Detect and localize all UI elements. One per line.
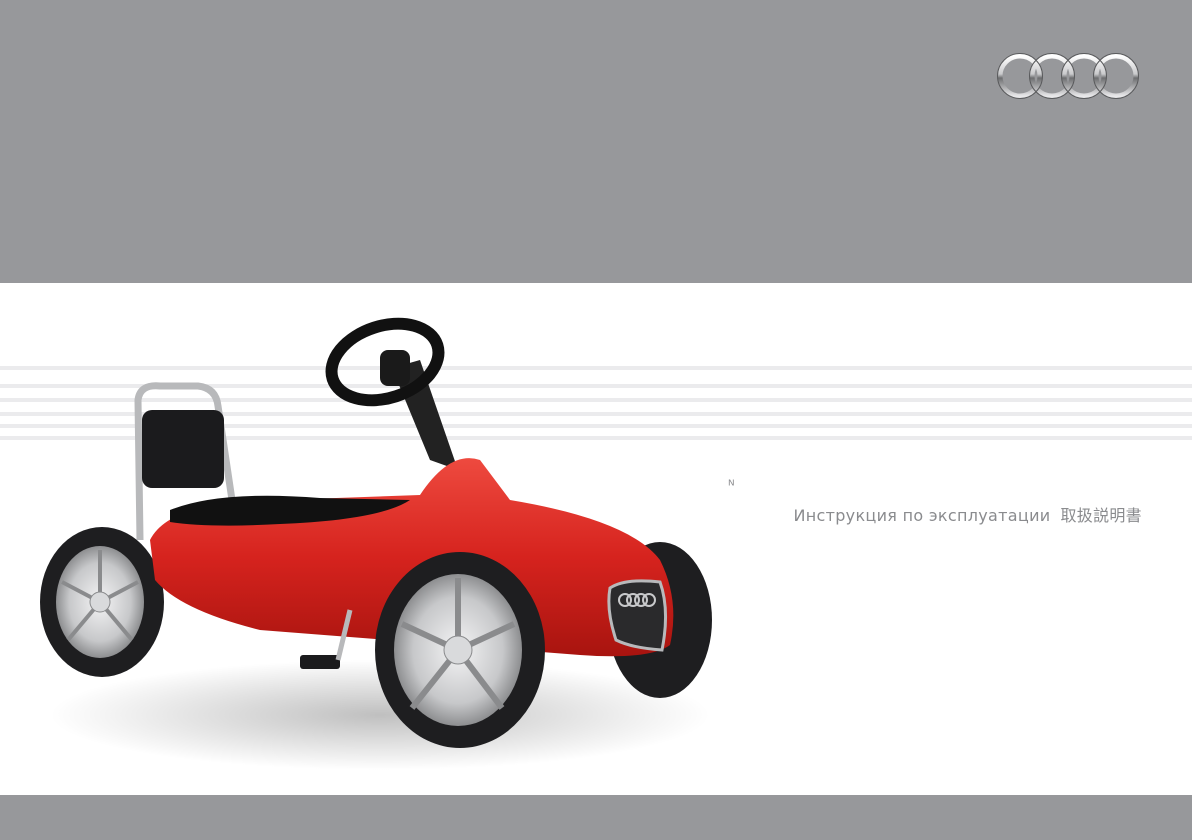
bottom-gray-band (0, 795, 1192, 840)
audi-logo-icon (997, 53, 1139, 99)
pedal-car-image (40, 317, 712, 770)
manual-subtitle: Инструкция по эксплуатации 取扱説明書 (770, 502, 1142, 526)
subtitle-japanese: 取扱説明書 (1060, 506, 1142, 525)
subtitle-russian: Инструкция по эксплуатации (793, 506, 1051, 525)
top-gray-band (0, 0, 1192, 283)
